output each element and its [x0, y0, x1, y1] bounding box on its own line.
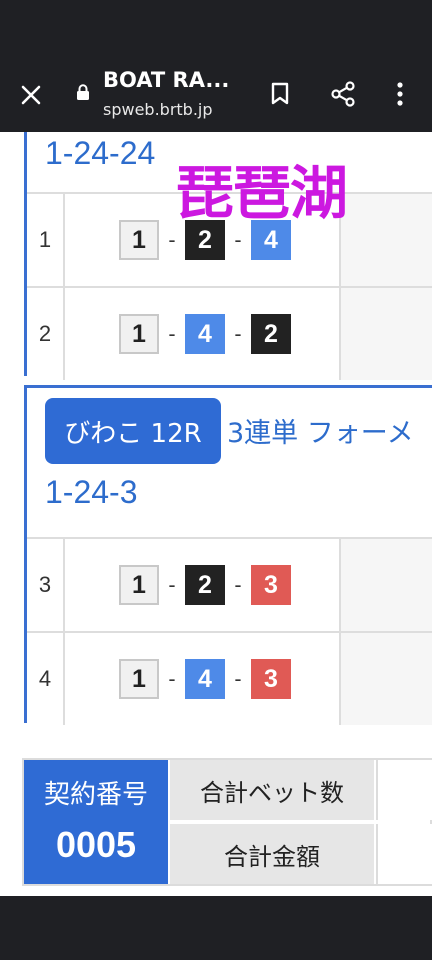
share-icon[interactable]	[328, 78, 358, 110]
page-title: BOAT RA...	[103, 68, 230, 92]
table-row: 3 1 - 2 - 3	[27, 537, 432, 631]
separator: -	[234, 667, 242, 691]
separator: -	[168, 228, 176, 252]
boat-number: 4	[185, 314, 225, 354]
combination-cell: 1 - 4 - 3	[65, 633, 341, 725]
row-index: 3	[27, 539, 65, 631]
separator: -	[168, 667, 176, 691]
boat-number: 3	[251, 565, 291, 605]
contract-number: 0005	[55, 824, 137, 865]
combination-label: 1-24-3	[45, 474, 138, 510]
combination-cell: 1 - 4 - 2	[65, 288, 341, 380]
boat-sequence: 1 - 2 - 3	[119, 565, 291, 605]
row-index: 2	[27, 288, 65, 380]
combination-cell: 1 - 2 - 3	[65, 539, 341, 631]
row-value-cell	[341, 288, 432, 380]
close-icon[interactable]	[14, 78, 48, 112]
row-value-cell	[341, 539, 432, 631]
bet-card: びわこ 12R 3連単 フォーメ 1-24-3 3 1 - 2 - 3 4 1	[24, 385, 432, 725]
separator: -	[234, 322, 242, 346]
browser-toolbar: BOAT RA... spweb.brtb.jp	[0, 56, 432, 132]
boat-sequence: 1 - 4 - 3	[119, 659, 291, 699]
table-row: 4 1 - 4 - 3	[27, 631, 432, 725]
table-row: 2 1 - 4 - 2	[27, 286, 432, 380]
total-bets-value	[376, 760, 432, 820]
total-bets-label: 合計ベット数	[170, 760, 374, 820]
boat-number: 2	[185, 565, 225, 605]
row-index: 1	[27, 194, 65, 286]
page-content: 1-24-24 1 1 - 2 - 4 2 1 - 4 - 2 琵琶湖 びわこ …	[0, 132, 432, 896]
contract-label: 契約番号	[43, 780, 148, 810]
boat-number: 1	[119, 565, 159, 605]
boat-number: 2	[251, 314, 291, 354]
contract-cell: 契約番号 0005	[24, 760, 168, 884]
combination-label: 1-24-24	[45, 135, 156, 171]
boat-number: 3	[251, 659, 291, 699]
separator: -	[168, 322, 176, 346]
total-amount-label: 合計金額	[170, 824, 374, 884]
boat-number: 1	[119, 220, 159, 260]
total-amount-value	[376, 824, 432, 884]
status-bar	[0, 0, 432, 56]
navigation-bar	[0, 896, 432, 960]
boat-number: 4	[185, 659, 225, 699]
boat-number: 1	[119, 314, 159, 354]
row-value-cell	[341, 194, 432, 286]
bookmark-icon[interactable]	[266, 78, 294, 110]
lock-icon	[76, 84, 90, 100]
venue-badge: びわこ 12R	[45, 398, 221, 464]
boat-sequence: 1 - 4 - 2	[119, 314, 291, 354]
page-url[interactable]: spweb.brtb.jp	[103, 100, 213, 119]
summary-table: 契約番号 0005 合計ベット数 合計金額	[22, 758, 432, 886]
separator: -	[234, 573, 242, 597]
row-index: 4	[27, 633, 65, 725]
bet-type-label: 3連単 フォーメ	[227, 418, 414, 449]
row-value-cell	[341, 633, 432, 725]
more-options-icon[interactable]	[388, 78, 412, 110]
separator: -	[168, 573, 176, 597]
watermark-text: 琵琶湖	[176, 159, 348, 227]
boat-number: 1	[119, 659, 159, 699]
separator: -	[234, 228, 242, 252]
